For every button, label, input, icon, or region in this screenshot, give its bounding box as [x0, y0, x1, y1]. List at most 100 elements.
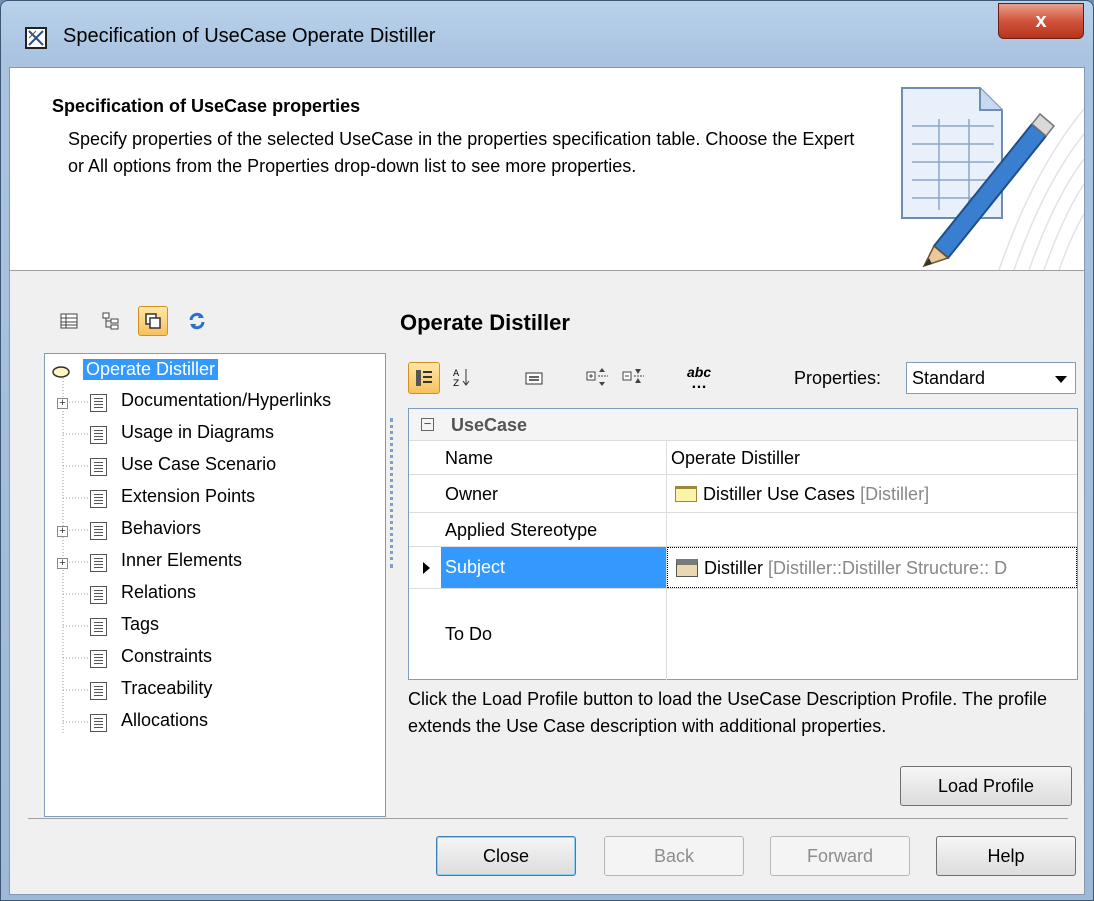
expand-icon[interactable]: + — [57, 526, 68, 537]
tree-item-label: Tags — [121, 614, 160, 634]
copy-icon[interactable] — [138, 306, 168, 336]
tree-root-label: Operate Distiller — [83, 359, 219, 380]
close-button[interactable]: Close — [436, 836, 576, 876]
page-icon — [90, 458, 107, 476]
property-value[interactable] — [667, 589, 1077, 680]
tree-item-documentation[interactable]: + Documentation/Hyperlinks — [45, 390, 385, 416]
current-row-indicator-icon — [423, 562, 430, 574]
expand-icon[interactable]: + — [57, 398, 68, 409]
tree-view-icon[interactable] — [96, 306, 126, 336]
tree-item-relations[interactable]: Relations — [45, 582, 385, 608]
value-text: Distiller Use Cases — [703, 484, 856, 504]
page-icon — [90, 650, 107, 668]
tree-item-label: Traceability — [121, 678, 213, 698]
value-qualifier: [Distiller] — [860, 484, 930, 504]
collapse-icon[interactable]: − — [421, 417, 434, 431]
use-case-icon — [52, 366, 70, 378]
tree-item-label: Use Case Scenario — [121, 454, 277, 474]
property-name: Owner — [441, 475, 667, 512]
categorized-view-icon[interactable] — [408, 362, 440, 394]
property-name: Applied Stereotype — [441, 513, 667, 546]
properties-section: Operate Distiller AZ abc … Properties: S… — [400, 298, 1080, 818]
page-icon — [90, 554, 107, 572]
window-title: Specification of UseCase Operate Distill… — [63, 25, 436, 47]
sort-alphabetical-icon[interactable]: AZ — [446, 362, 478, 394]
property-value[interactable]: Distiller Use Cases [Distiller] — [667, 475, 1077, 512]
group-label: UseCase — [451, 415, 528, 435]
specification-dialog: Specification of UseCase Operate Distill… — [0, 0, 1094, 901]
block-icon — [676, 559, 698, 577]
spelling-check-icon[interactable]: abc … — [684, 362, 716, 394]
tree-item-label: Inner Elements — [121, 550, 243, 570]
page-icon — [90, 682, 107, 700]
properties-filter-label: Properties: — [794, 368, 882, 388]
package-folder-icon — [675, 486, 697, 502]
page-icon — [90, 426, 107, 444]
refresh-icon[interactable] — [182, 306, 212, 336]
properties-table: − UseCase Name Operate Distiller Owner D… — [408, 408, 1078, 680]
svg-text:Z: Z — [453, 379, 459, 388]
properties-filter-select[interactable]: Standard — [906, 362, 1076, 394]
tree-root[interactable]: Operate Distiller — [45, 359, 385, 385]
property-name: Name — [441, 441, 667, 474]
load-profile-button[interactable]: Load Profile — [900, 766, 1072, 806]
tree-item-usage-in-diagrams[interactable]: Usage in Diagrams — [45, 422, 385, 448]
value-qualifier: [Distiller::Distiller Structure:: D — [768, 558, 1008, 578]
table-row-applied-stereotype[interactable]: Applied Stereotype — [409, 513, 1077, 547]
table-view-icon[interactable] — [54, 306, 84, 336]
tree-item-behaviors[interactable]: + Behaviors — [45, 518, 385, 544]
load-profile-info: Click the Load Profile button to load th… — [408, 689, 1048, 736]
tree-item-allocations[interactable]: Allocations — [45, 710, 385, 736]
value-text: Operate Distiller — [671, 448, 801, 468]
back-button[interactable]: Back — [604, 836, 744, 876]
table-row-to-do[interactable]: To Do — [409, 589, 1077, 680]
window-close-button[interactable]: x — [998, 3, 1084, 39]
value-text: Distiller — [704, 558, 764, 578]
header-description: Specify properties of the selected UseCa… — [68, 129, 855, 176]
ellipsis-icon: … — [691, 375, 707, 392]
app-icon — [25, 27, 47, 49]
table-row-name[interactable]: Name Operate Distiller — [409, 441, 1077, 475]
page-icon — [90, 394, 107, 412]
tree-item-label: Documentation/Hyperlinks — [121, 390, 332, 410]
help-button[interactable]: Help — [936, 836, 1076, 876]
tree-item-traceability[interactable]: Traceability — [45, 678, 385, 704]
property-value[interactable]: Distiller [Distiller::Distiller Structur… — [667, 547, 1077, 588]
property-value[interactable] — [667, 513, 1077, 546]
element-title: Operate Distiller — [400, 310, 570, 335]
header-title: Specification of UseCase properties — [52, 96, 361, 116]
expand-all-icon[interactable] — [582, 362, 614, 394]
chevron-down-icon — [1055, 376, 1067, 383]
table-row-subject[interactable]: Subject Distiller [Distiller::Distiller … — [409, 547, 1077, 589]
tree-item-label: Relations — [121, 582, 197, 602]
property-value[interactable]: Operate Distiller — [667, 441, 1077, 474]
expand-icon[interactable]: + — [57, 558, 68, 569]
header-panel: Specification of UseCase properties Spec… — [10, 68, 1085, 271]
tree-item-inner-elements[interactable]: + Inner Elements — [45, 550, 385, 576]
collapse-all-icon[interactable] — [618, 362, 650, 394]
property-name: To Do — [441, 589, 667, 680]
tree-item-label: Usage in Diagrams — [121, 422, 275, 442]
tree-item-label: Constraints — [121, 646, 213, 666]
tree-item-constraints[interactable]: Constraints — [45, 646, 385, 672]
specification-table-pencil-icon — [894, 74, 1085, 271]
group-row-usecase[interactable]: − UseCase — [409, 409, 1077, 441]
tree-item-tags[interactable]: Tags — [45, 614, 385, 640]
svg-text:A: A — [453, 369, 460, 379]
properties-filter-value: Standard — [912, 368, 986, 388]
tree-item-extension-points[interactable]: Extension Points — [45, 486, 385, 512]
description-panel-icon[interactable] — [518, 362, 550, 394]
page-icon — [90, 586, 107, 604]
specification-tree[interactable]: Operate Distiller + Documentation/Hyperl… — [44, 353, 386, 817]
table-row-owner[interactable]: Owner Distiller Use Cases [Distiller] — [409, 475, 1077, 513]
splitter-handle[interactable] — [390, 418, 394, 568]
properties-toolbar: AZ abc … Properties: Standard — [408, 358, 1078, 398]
page-icon — [90, 490, 107, 508]
tree-item-label: Extension Points — [121, 486, 256, 506]
forward-button[interactable]: Forward — [770, 836, 910, 876]
tree-item-label: Behaviors — [121, 518, 202, 538]
main-panel: Operate Distiller + Documentation/Hyperl… — [36, 298, 1086, 818]
tree-item-use-case-scenario[interactable]: Use Case Scenario — [45, 454, 385, 480]
divider — [28, 818, 1068, 819]
title-bar[interactable]: Specification of UseCase Operate Distill… — [1, 1, 1093, 67]
